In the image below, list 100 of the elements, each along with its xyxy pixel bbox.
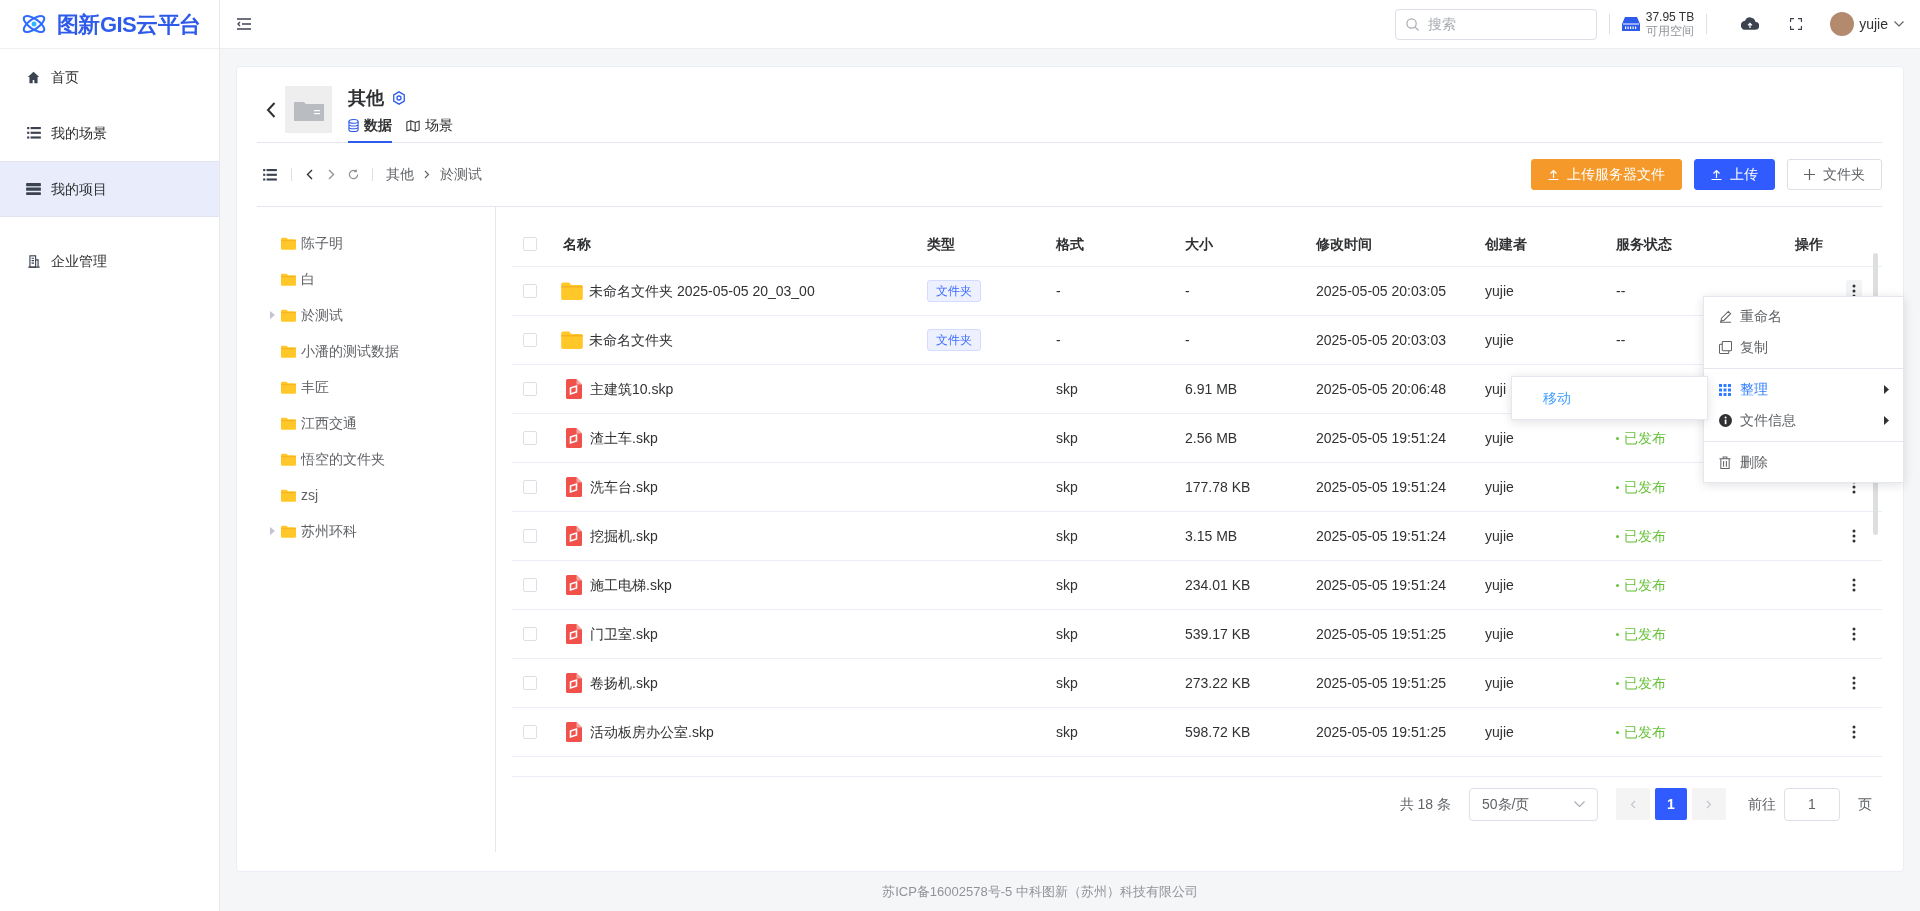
- tree-label: 丰匠: [301, 377, 329, 397]
- tab[interactable]: 数据: [348, 110, 392, 143]
- table-cell-text: 539.17 KB: [1185, 624, 1251, 644]
- tree-label: 陈子明: [301, 233, 343, 253]
- tab[interactable]: 场景: [406, 110, 453, 143]
- table-cell-text: skp: [1056, 428, 1078, 448]
- avatar[interactable]: [1830, 12, 1855, 36]
- database-icon: [348, 119, 359, 132]
- file-icon: [566, 673, 582, 693]
- checkbox[interactable]: [523, 431, 537, 445]
- checkbox[interactable]: [523, 333, 537, 347]
- checkbox[interactable]: [523, 480, 537, 494]
- table-cell-text: 2025-05-05 20:06:48: [1316, 379, 1446, 399]
- user-name[interactable]: yujie: [1859, 13, 1888, 35]
- menu-icon[interactable]: [237, 18, 251, 30]
- table-cell-text: yujie: [1485, 673, 1514, 693]
- table-cell-text: yujie: [1485, 428, 1514, 448]
- tree-item[interactable]: 悟空的文件夹: [263, 441, 495, 477]
- file-name[interactable]: 未命名文件夹: [589, 329, 673, 351]
- search-field[interactable]: 搜索: [1394, 8, 1597, 40]
- toolbar-button[interactable]: 文件夹: [1787, 159, 1882, 190]
- chevron-down-icon[interactable]: [1894, 21, 1904, 27]
- menu-item[interactable]: 整理: [1704, 374, 1903, 405]
- column-header: 服务状态: [1616, 234, 1673, 254]
- table-cell-text: -: [1185, 330, 1190, 350]
- table-cell-text: 273.22 KB: [1185, 673, 1251, 693]
- sidebar-item[interactable]: 首页: [0, 49, 219, 105]
- chevron-left-icon: [1630, 799, 1636, 809]
- checkbox[interactable]: [523, 382, 537, 396]
- file-icon: [566, 722, 582, 742]
- settings-icon[interactable]: [392, 91, 406, 105]
- toolbar-button[interactable]: 上传: [1694, 159, 1775, 190]
- file-name[interactable]: 门卫室.skp: [590, 623, 658, 645]
- file-icon: [566, 379, 582, 399]
- fullscreen-icon[interactable]: [1790, 18, 1803, 30]
- folder-icon: [281, 488, 296, 502]
- file-name[interactable]: 施工电梯.skp: [590, 574, 672, 596]
- file-name[interactable]: 卷扬机.skp: [590, 672, 658, 694]
- breadcrumb-item[interactable]: 其他: [386, 164, 414, 185]
- checkbox[interactable]: [523, 627, 537, 641]
- file-icon: [566, 526, 582, 546]
- file-icon: [566, 428, 582, 448]
- table-cell-text: 177.78 KB: [1185, 477, 1251, 497]
- chevron-right-icon: [424, 170, 430, 179]
- status-text: --: [1616, 330, 1626, 350]
- tree-item[interactable]: 苏州环科: [263, 513, 495, 549]
- tree-item[interactable]: 白: [263, 261, 495, 297]
- column-header: 大小: [1185, 234, 1214, 254]
- refresh-icon[interactable]: [348, 169, 359, 180]
- list-icon[interactable]: [263, 168, 277, 181]
- tree-item[interactable]: 丰匠: [263, 369, 495, 405]
- back-icon[interactable]: [306, 169, 313, 180]
- tree-item[interactable]: 於测试: [263, 297, 495, 333]
- column-header: 名称: [563, 234, 592, 254]
- sidebar-item[interactable]: 我的场景: [0, 105, 219, 161]
- table-cell-text: 2025-05-05 20:03:05: [1316, 281, 1446, 301]
- table-cell-text: 2025-05-05 19:51:24: [1316, 575, 1446, 595]
- building-icon: [26, 254, 41, 268]
- table-cell-text: 2025-05-05 19:51:25: [1316, 673, 1446, 693]
- caret-right-icon[interactable]: [269, 527, 275, 535]
- cloud-upload-icon[interactable]: [1741, 17, 1760, 31]
- tree-item[interactable]: 小潘的测试数据: [263, 333, 495, 369]
- checkbox[interactable]: [523, 284, 537, 298]
- forward-icon[interactable]: [328, 169, 335, 180]
- folder-icon: [281, 452, 296, 466]
- breadcrumb-item[interactable]: 於测试: [440, 164, 482, 185]
- file-name[interactable]: 洗车台.skp: [590, 476, 658, 498]
- caret-right-icon[interactable]: [269, 311, 275, 319]
- menu-item[interactable]: 文件信息: [1704, 405, 1903, 436]
- back-icon[interactable]: [266, 102, 276, 118]
- folder-icon: [281, 272, 296, 286]
- chevron-down-icon: [1574, 801, 1585, 807]
- file-name[interactable]: 主建筑10.skp: [590, 378, 674, 400]
- checkbox[interactable]: [523, 676, 537, 690]
- folder-icon: [281, 236, 296, 250]
- column-header: 类型: [927, 234, 956, 254]
- pencil-icon: [1718, 310, 1732, 323]
- menu-item[interactable]: 复制: [1704, 332, 1903, 363]
- tree-item[interactable]: zsj: [263, 477, 495, 513]
- tree-label: 白: [301, 269, 315, 289]
- page-button[interactable]: 1: [1655, 788, 1687, 820]
- file-name[interactable]: 未命名文件夹 2025-05-05 20_03_00: [589, 280, 815, 302]
- checkbox[interactable]: [523, 237, 537, 251]
- menu-item[interactable]: 重命名: [1704, 301, 1903, 332]
- table-cell-text: yujie: [1485, 575, 1514, 595]
- checkbox[interactable]: [523, 725, 537, 739]
- page-size-select[interactable]: 50条/页: [1469, 787, 1598, 821]
- tree-item[interactable]: 江西交通: [263, 405, 495, 441]
- table-cell-text: skp: [1056, 575, 1078, 595]
- menu-item[interactable]: 删除: [1704, 447, 1903, 478]
- folder-icon: [281, 416, 296, 430]
- file-name[interactable]: 活动板房办公室.skp: [590, 721, 714, 743]
- sidebar-item[interactable]: 企业管理: [0, 233, 219, 289]
- tree-item[interactable]: 陈子明: [263, 225, 495, 261]
- checkbox[interactable]: [523, 578, 537, 592]
- file-name[interactable]: 渣土车.skp: [590, 427, 658, 449]
- file-name[interactable]: 挖掘机.skp: [590, 525, 658, 547]
- checkbox[interactable]: [523, 529, 537, 543]
- page-input[interactable]: 1: [1784, 787, 1840, 821]
- sidebar-item[interactable]: 我的项目: [0, 161, 219, 217]
